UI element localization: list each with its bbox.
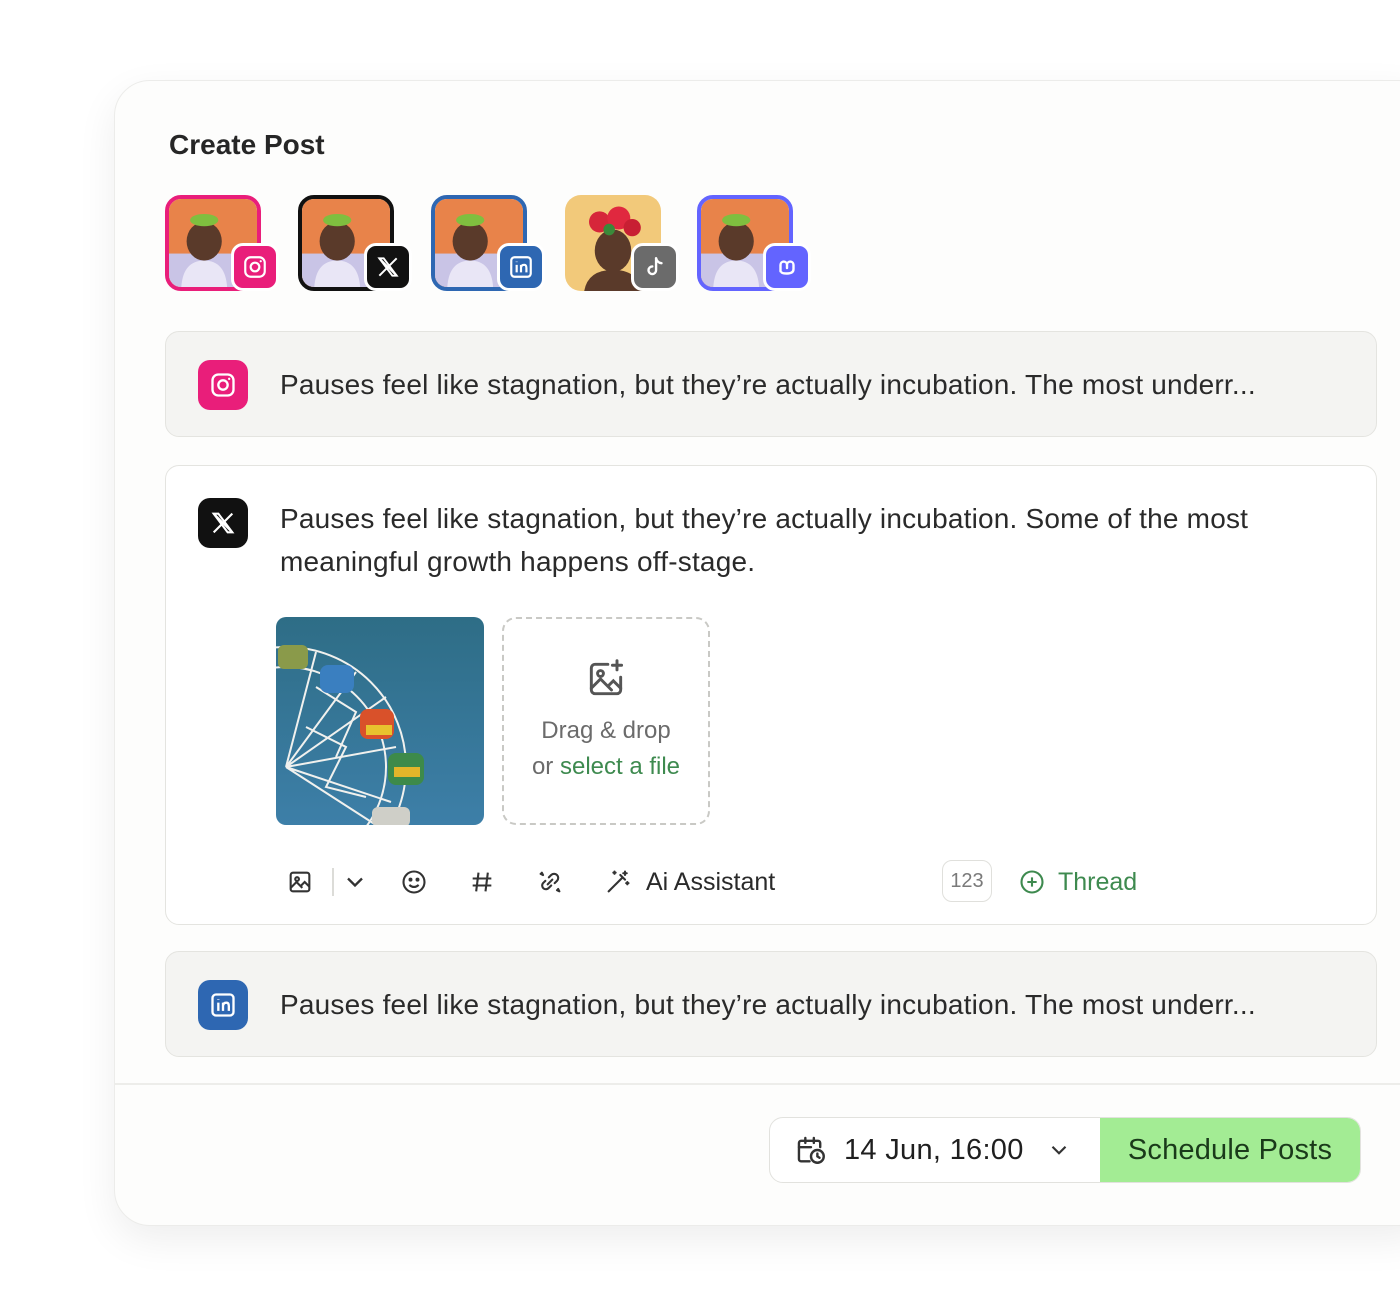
select-file-link[interactable]: select a file: [560, 753, 680, 780]
linkedin-icon: [497, 243, 545, 291]
dropzone-label: Drag & drop: [541, 717, 671, 744]
media-options-dropdown[interactable]: [338, 860, 372, 904]
magic-wand-icon: [607, 870, 630, 893]
thread-label: Thread: [1058, 867, 1138, 896]
instagram-icon: [198, 360, 248, 410]
dropzone-prefix: or: [531, 753, 560, 780]
schedule-date: 14 Jun, 16:00: [844, 1133, 1024, 1166]
schedule-controls: 14 Jun, 16:00 Schedule Posts: [769, 1117, 1361, 1183]
post-editor-linkedin[interactable]: Pauses feel like stagnation, but they’re…: [165, 951, 1377, 1057]
media-dropzone[interactable]: Drag & drop or select a file: [502, 617, 710, 825]
chevron-down-icon: [1051, 1145, 1066, 1155]
x-logo-icon: [364, 243, 412, 291]
character-counter: 123: [942, 860, 992, 902]
image-icon: [289, 871, 311, 893]
create-post-panel: Create Post Pauses feel like stagnation,…: [114, 80, 1400, 1226]
add-media-button[interactable]: [280, 860, 320, 904]
link-broken-icon: [539, 871, 561, 893]
calendar-clock-icon: [797, 1136, 825, 1164]
editor-toolbar: Ai Assistant 123 Thread: [276, 860, 1356, 904]
image-add-icon: [589, 659, 624, 696]
account-x[interactable]: [296, 193, 412, 297]
post-text: Pauses feel like stagnation, but they’re…: [280, 989, 1256, 1020]
page-title: Create Post: [169, 129, 325, 160]
emoji-icon: [402, 870, 426, 894]
emoji-button[interactable]: [392, 860, 436, 904]
chevron-down-icon: [347, 877, 363, 888]
schedule-date-picker[interactable]: 14 Jun, 16:00: [770, 1118, 1100, 1182]
account-tiktok[interactable]: [563, 193, 679, 297]
footer-divider: [115, 1083, 1400, 1085]
hashtag-icon: [472, 872, 492, 892]
instagram-icon: [231, 243, 279, 291]
ai-assistant-label: Ai Assistant: [646, 867, 776, 896]
post-text: Pauses feel like stagnation, but they’re…: [280, 369, 1256, 400]
schedule-posts-button[interactable]: Schedule Posts: [1100, 1118, 1360, 1182]
media-thumbnail[interactable]: [276, 617, 484, 825]
dropzone-sublabel: or select a file: [532, 749, 680, 785]
mastodon-icon: [763, 243, 811, 291]
plus-circle-icon: [1020, 870, 1044, 894]
account-linkedin[interactable]: [429, 193, 545, 297]
hashtag-button[interactable]: [460, 860, 504, 904]
account-selector: [163, 193, 863, 297]
toolbar-divider: [332, 868, 334, 896]
post-text-editor[interactable]: Pauses feel like stagnation, but they’re…: [280, 497, 1336, 583]
ferris-wheel-image: [276, 617, 484, 825]
link-button[interactable]: [528, 860, 572, 904]
account-instagram[interactable]: [163, 193, 279, 297]
linkedin-icon: [198, 980, 248, 1030]
tiktok-icon: [631, 243, 679, 291]
ai-assistant-button[interactable]: Ai Assistant: [604, 860, 775, 904]
x-logo-icon: [198, 498, 248, 548]
post-editor-instagram[interactable]: Pauses feel like stagnation, but they’re…: [165, 331, 1377, 437]
account-mastodon[interactable]: [695, 193, 811, 297]
add-thread-button[interactable]: Thread: [1018, 860, 1137, 904]
post-editor-x[interactable]: Pauses feel like stagnation, but they’re…: [165, 465, 1377, 925]
